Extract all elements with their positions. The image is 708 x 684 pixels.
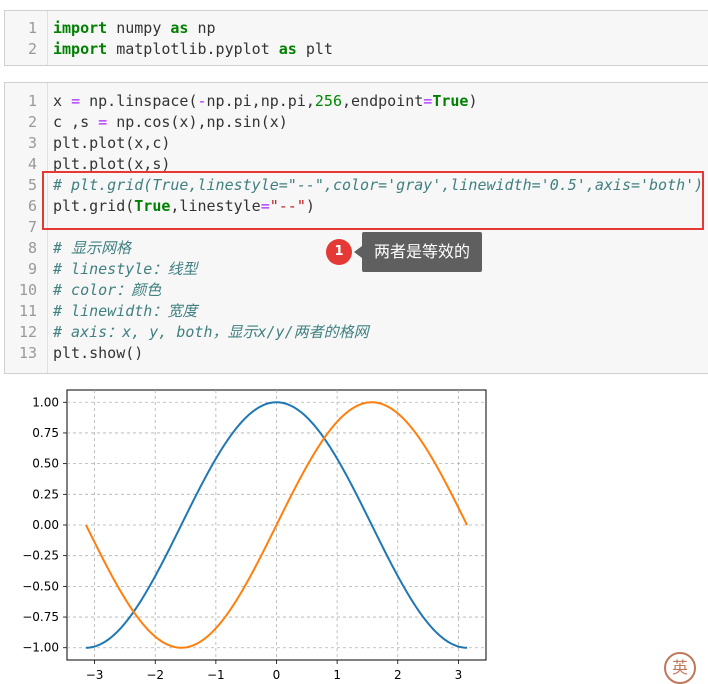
line-number: 2 [27,40,37,58]
code-line: 13 plt.show() [5,343,708,364]
x-tick-label: 1 [333,668,341,682]
code-text: # linestyle：线型 [53,260,198,278]
code-text: plt.plot(x,c) [53,134,171,152]
line-number: 8 [27,239,37,257]
code-text: plt.show() [53,344,144,362]
y-tick-label: 0.25 [32,487,59,501]
code-line: 11 # linewidth：宽度 [5,301,708,322]
line-number: 1 [27,92,37,110]
x-tick-label: −2 [146,668,164,682]
line-number: 11 [18,302,37,320]
x-tick-label: 2 [394,668,402,682]
watermark-logo: 英 [664,652,696,684]
line-number: 6 [27,197,37,215]
highlight-box [42,171,704,230]
code-text: import numpy as np [53,19,216,37]
code-line: 2 c ,s = np.cos(x),np.sin(x) [5,112,708,133]
annotation-badge: 1 [326,239,352,265]
code-line: 1 import numpy as np [5,18,708,39]
code-text: import matplotlib.pyplot as plt [53,40,333,58]
line-number: 4 [27,155,37,173]
line-number: 5 [27,176,37,194]
y-tick-label: 0.50 [32,457,59,471]
code-text: x = np.linspace(-np.pi,np.pi,256,endpoin… [53,92,478,110]
y-tick-label: 0.75 [32,426,59,440]
code-line: 1 x = np.linspace(-np.pi,np.pi,256,endpoi… [5,91,708,112]
y-tick-label: 0.00 [32,518,59,532]
code-line: 10 # color：颜色 [5,280,708,301]
code-text: c ,s = np.cos(x),np.sin(x) [53,113,288,131]
line-number: 9 [27,260,37,278]
x-tick-label: 3 [455,668,463,682]
y-tick-label: −0.50 [22,579,59,593]
code-text: # 显示网格 [53,239,132,257]
code-text: # color：颜色 [53,281,162,299]
code-text: # axis：x, y, both，显示x/y/两者的格网 [53,323,369,341]
code-line: 12 # axis：x, y, both，显示x/y/两者的格网 [5,322,708,343]
y-tick-label: −0.25 [22,549,59,563]
line-number: 2 [27,113,37,131]
y-tick-label: 1.00 [32,395,59,409]
code-line: 2 import matplotlib.pyplot as plt [5,39,708,60]
x-tick-label: 0 [273,668,281,682]
line-number: 3 [27,134,37,152]
x-tick-label: −1 [207,668,225,682]
cos-sin-chart: −3 −2 −1 0 1 2 3 1.00 0.75 0.50 0.25 0.00 −0.25 −0.50… [22,389,487,682]
code-line: 9 # linestyle：线型 [5,259,708,280]
code-cell-imports[interactable]: 1 import numpy as np 2 import matplotlib.py… [4,10,708,66]
code-text: # linewidth：宽度 [53,302,198,320]
code-line: 3 plt.plot(x,c) [5,133,708,154]
line-number: 1 [27,19,37,37]
annotation-tooltip: 两者是等效的 [353,232,483,272]
y-tick-label: −1.00 [22,641,59,655]
y-tick-label: −0.75 [22,610,59,624]
x-tick-label: −3 [86,668,104,682]
line-number: 13 [18,344,37,362]
line-number: 10 [18,281,37,299]
line-number: 7 [27,218,37,236]
line-number: 12 [18,323,37,341]
